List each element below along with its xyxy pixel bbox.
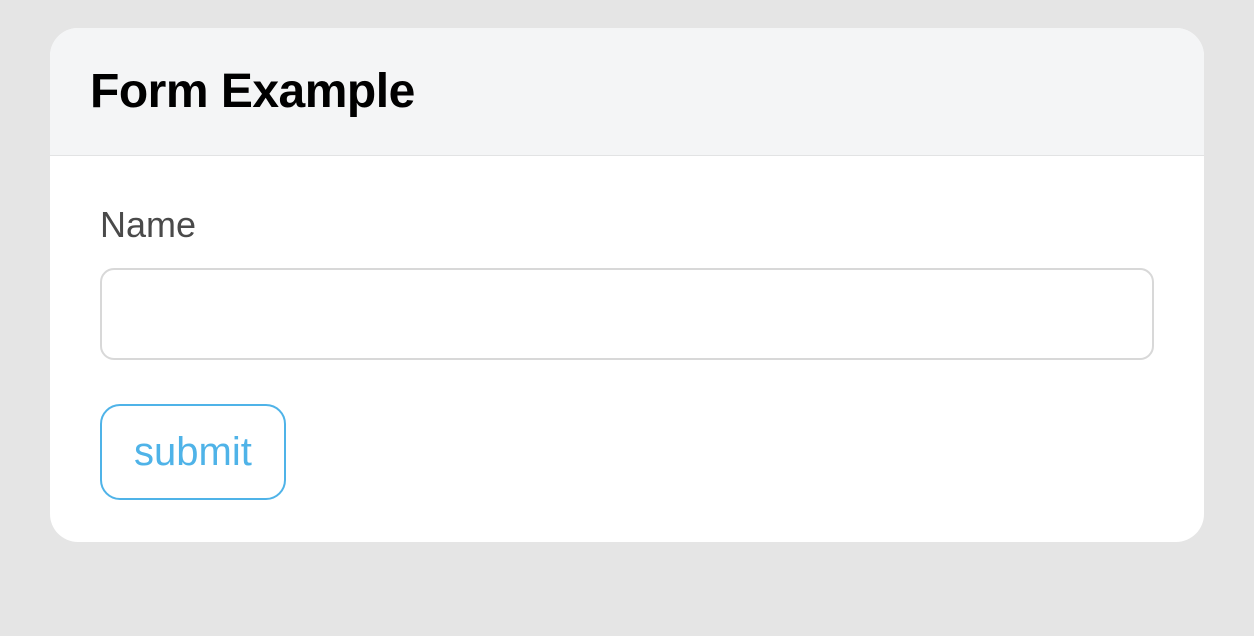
submit-button[interactable]: submit [100, 404, 286, 500]
card-header: Form Example [50, 28, 1204, 156]
form-group-name: Name [100, 204, 1154, 360]
card-body: Name submit [50, 156, 1204, 542]
name-input[interactable] [100, 268, 1154, 360]
card-title: Form Example [90, 64, 1164, 119]
name-label: Name [100, 204, 1154, 246]
form-card: Form Example Name submit [50, 28, 1204, 542]
